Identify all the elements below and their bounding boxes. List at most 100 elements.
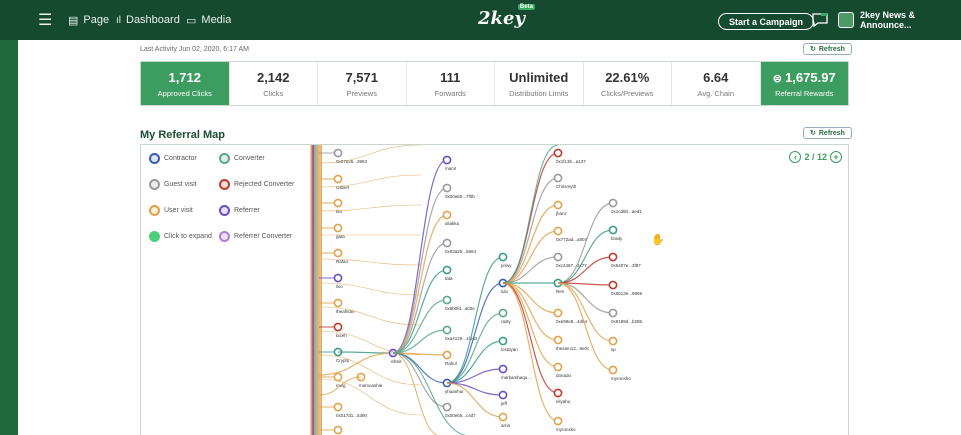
- tree-node-circle[interactable]: [608, 336, 618, 346]
- tree-node[interactable]: Chrismyth: [553, 173, 577, 189]
- tree-node-circle[interactable]: [608, 225, 618, 235]
- tree-node-circle[interactable]: [553, 148, 563, 158]
- tree-node-circle[interactable]: [553, 335, 563, 345]
- tree-node[interactable]: donado: [553, 362, 572, 378]
- tree-node-circle[interactable]: [333, 425, 343, 435]
- tree-node-circle[interactable]: [442, 155, 452, 165]
- tree-node-circle[interactable]: [442, 183, 452, 193]
- tree-node[interactable]: myronsko: [553, 416, 576, 432]
- tree-node-circle[interactable]: [608, 198, 618, 208]
- tree-node[interactable]: rasty: [498, 308, 512, 324]
- tree-node[interactable]: arria: [498, 412, 510, 428]
- tree-node-circle[interactable]: [553, 200, 563, 210]
- tree-node-circle[interactable]: [333, 273, 343, 283]
- tree-node-circle[interactable]: [553, 173, 563, 183]
- tree-node-circle[interactable]: [333, 248, 343, 258]
- tree-node-circle[interactable]: [498, 252, 508, 262]
- tree-node-circle[interactable]: [333, 298, 343, 308]
- tree-node[interactable]: Crypto: [333, 347, 350, 363]
- tree-node[interactable]: 0x00eb5...c4d7: [442, 402, 476, 418]
- prev-page-icon[interactable]: ‹: [789, 151, 802, 163]
- tree-node[interactable]: 0x00a50...7f0b: [442, 183, 475, 199]
- tree-node-circle[interactable]: [442, 238, 452, 248]
- referral-map-panel[interactable]: 0x07625...3963 Gilbert Ilia gata Rafao ilso th…: [140, 144, 849, 435]
- tree-node[interactable]: myronsho: [608, 365, 631, 381]
- tree-node[interactable]: jhanz: [553, 200, 568, 216]
- tree-node[interactable]: 0x5613e...9969: [608, 280, 643, 296]
- tree-node-circle[interactable]: [553, 416, 563, 426]
- tree-node-circle[interactable]: [498, 390, 508, 400]
- nav-dashboard[interactable]: ıl Dashboard: [116, 0, 180, 40]
- tree-node-circle[interactable]: [442, 265, 452, 275]
- account-name[interactable]: 2key News & Announce...: [860, 0, 961, 40]
- tree-node[interactable]: 0x017d1...5390: [333, 402, 368, 418]
- tree-node-circle[interactable]: [608, 280, 618, 290]
- tree-node-circle[interactable]: [442, 210, 452, 220]
- tree-node[interactable]: priwy: [498, 252, 512, 268]
- tree-node-circle[interactable]: [333, 174, 343, 184]
- tree-node-circle[interactable]: [333, 148, 343, 158]
- tree-node[interactable]: brady: [608, 225, 623, 241]
- tree-node[interactable]: 0x1cd80...aed1: [608, 198, 642, 214]
- tree-node-circle[interactable]: [608, 308, 618, 318]
- nav-media[interactable]: ▭ Media: [186, 0, 231, 40]
- tree-node-circle[interactable]: [442, 350, 452, 360]
- chat-icon[interactable]: [812, 13, 828, 30]
- tree-node-circle[interactable]: [553, 388, 563, 398]
- tree-node-circle[interactable]: [442, 402, 452, 412]
- tree-node[interactable]: eliyahu: [553, 388, 571, 404]
- tree-node-circle[interactable]: [553, 226, 563, 236]
- avatar[interactable]: [838, 12, 854, 28]
- tree-node-circle[interactable]: [442, 325, 452, 335]
- menu-icon[interactable]: ☰: [38, 0, 52, 40]
- tree-node[interactable]: [333, 425, 343, 435]
- tree-node-circle[interactable]: [498, 412, 508, 422]
- tree-node[interactable]: 0x5407e...3f87: [608, 252, 641, 268]
- tree-node-circle[interactable]: [553, 252, 563, 262]
- logo[interactable]: 2key Beta: [478, 4, 535, 29]
- tree-node-circle[interactable]: [333, 322, 343, 332]
- tree-node[interactable]: markambaqu...: [498, 364, 531, 380]
- tree-node-circle[interactable]: [553, 362, 563, 372]
- tree-node[interactable]: tata: [442, 265, 453, 281]
- tree-node[interactable]: mamoashie: [356, 372, 383, 388]
- tree-node[interactable]: 0xc2467...4477: [553, 252, 587, 268]
- tree-node[interactable]: Gilbert: [333, 174, 350, 190]
- refresh-button-stats[interactable]: ↻ Refresh: [803, 43, 852, 55]
- tree-node[interactable]: aliakka: [442, 210, 460, 226]
- start-campaign-button[interactable]: Start a Campaign: [718, 13, 815, 30]
- next-page-icon[interactable]: +: [830, 151, 842, 163]
- tree-node-circle[interactable]: [498, 308, 508, 318]
- tree-node-circle[interactable]: [442, 295, 452, 305]
- refresh-button-map[interactable]: ↻ Refresh: [803, 127, 852, 139]
- tree-node[interactable]: 0x63a25...5864: [442, 238, 477, 254]
- tree-node-circle[interactable]: [498, 336, 508, 346]
- tree-node[interactable]: 0x1f13b...a137: [553, 148, 586, 164]
- tree-node[interactable]: ilso: [333, 273, 343, 289]
- tree-node-circle[interactable]: [333, 372, 343, 382]
- tree-node[interactable]: 0x9189d...b285: [608, 308, 643, 324]
- tree-node-circle[interactable]: [553, 308, 563, 318]
- tree-node[interactable]: 0x772ad...a804: [553, 226, 588, 242]
- tree-node-circle[interactable]: [333, 402, 343, 412]
- tree-node[interactable]: Rafao: [333, 248, 349, 264]
- tree-node[interactable]: 0x9b0fd...a03e: [442, 295, 475, 311]
- tree-node[interactable]: Rahul: [442, 350, 457, 366]
- nav-page[interactable]: ▤ Page: [68, 0, 109, 40]
- tree-node[interactable]: mamt: [442, 155, 457, 171]
- tree-node[interactable]: gata: [333, 223, 345, 239]
- tree-node[interactable]: Ilia: [333, 198, 343, 214]
- stat-label: Clicks/Previews: [600, 88, 654, 98]
- tree-node[interactable]: thesam12...9e0c: [553, 335, 590, 351]
- tree-node-circle[interactable]: [333, 223, 343, 233]
- legend-contractor: Contractor: [149, 153, 197, 164]
- tree-node[interactable]: jeff: [498, 390, 508, 406]
- tree-node[interactable]: theahsan: [333, 298, 355, 314]
- tree-node-circle[interactable]: [333, 198, 343, 208]
- tree-node[interactable]: lostdyan: [498, 336, 518, 352]
- tree-node[interactable]: sp: [608, 336, 618, 352]
- tree-node[interactable]: bizeh: [333, 322, 347, 338]
- tree-node-circle[interactable]: [498, 364, 508, 374]
- tree-node-circle[interactable]: [608, 252, 618, 262]
- tree-node-circle[interactable]: [608, 365, 618, 375]
